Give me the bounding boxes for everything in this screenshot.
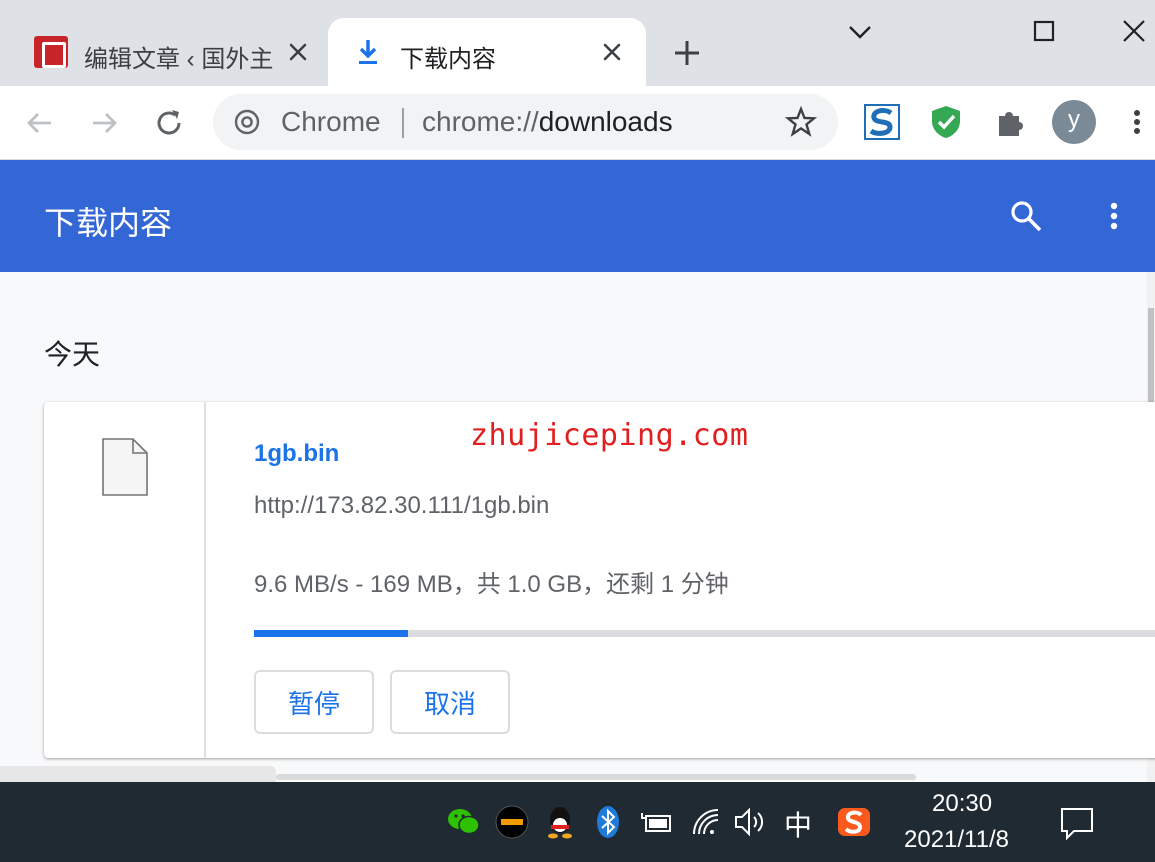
omnibox-scheme-label: Chrome [281, 106, 381, 137]
tab-edit-article[interactable]: 编辑文章 ‹ 国外主 [0, 18, 328, 86]
omnibox-url[interactable]: chrome://downloads [422, 106, 673, 138]
reload-icon[interactable] [150, 104, 188, 142]
puzzle-icon[interactable] [993, 104, 1029, 140]
wifi-icon[interactable] [688, 804, 724, 840]
tab-title: 编辑文章 ‹ 国外主 [84, 46, 274, 73]
clock-date[interactable]: 2021/11/8 [904, 826, 1009, 854]
more-vert-icon[interactable] [1100, 198, 1128, 234]
download-progress-bar [254, 630, 1155, 637]
qq-icon[interactable] [542, 804, 578, 840]
chrome-icon [234, 109, 260, 135]
maximize-icon[interactable] [1022, 12, 1066, 52]
ime-indicator[interactable]: 中 [784, 804, 812, 844]
scrollbar-thumb[interactable] [1148, 308, 1154, 404]
avatar[interactable]: y [1052, 100, 1096, 144]
more-vert-icon[interactable] [1122, 104, 1152, 140]
taskbar: 中 20:30 2021/11/8 [0, 782, 1155, 862]
download-progress-fill [254, 630, 408, 637]
download-item-card: 1gb.bin http://173.82.30.111/1gb.bin 9.6… [44, 402, 1155, 758]
star-icon[interactable] [785, 106, 817, 138]
file-name-link[interactable]: 1gb.bin [254, 440, 339, 468]
download-status: 9.6 MB/s - 169 MB，共 1.0 GB，还剩 1 分钟 [254, 571, 729, 598]
clock-time[interactable]: 20:30 [932, 790, 992, 818]
app-tray-icon[interactable] [494, 804, 530, 840]
close-icon[interactable] [599, 39, 625, 65]
new-tab-icon[interactable] [670, 36, 704, 70]
wechat-icon[interactable] [446, 804, 482, 840]
extension-s-icon[interactable] [864, 104, 900, 140]
window-close-icon[interactable] [1112, 12, 1155, 52]
browser-toolbar: Chrome chrome://downloads y [0, 86, 1155, 160]
back-icon[interactable] [21, 104, 59, 142]
card-divider [204, 402, 206, 758]
tab-title: 下载内容 [400, 46, 496, 73]
close-icon[interactable] [285, 39, 311, 65]
page-title: 下载内容 [44, 205, 173, 241]
tab-search-chevron-icon[interactable] [838, 12, 882, 52]
battery-icon[interactable] [638, 804, 674, 840]
tab-downloads[interactable]: 下载内容 [328, 18, 646, 86]
download-icon [359, 40, 377, 64]
tab-strip: 编辑文章 ‹ 国外主 下载内容 [0, 0, 1155, 86]
file-source-url[interactable]: http://173.82.30.111/1gb.bin [254, 492, 549, 520]
downloads-header: 下载内容 [0, 160, 1155, 272]
pause-button[interactable]: 暂停 [254, 670, 374, 734]
bluetooth-icon[interactable] [590, 804, 626, 840]
notification-icon[interactable] [1058, 804, 1096, 842]
shield-check-icon[interactable] [928, 104, 964, 140]
omnibox-divider [402, 108, 404, 138]
date-heading: 今天 [44, 339, 101, 370]
forward-icon[interactable] [85, 104, 123, 142]
cancel-button[interactable]: 取消 [390, 670, 510, 734]
watermark-text: zhujiceping.com [470, 418, 749, 453]
sogou-icon[interactable] [836, 804, 872, 840]
volume-icon[interactable] [732, 804, 768, 840]
site-favicon-icon [34, 36, 68, 68]
search-icon[interactable] [1008, 198, 1044, 234]
file-icon [102, 438, 148, 496]
horizontal-scrollbar[interactable] [276, 774, 916, 780]
address-bar[interactable]: Chrome chrome://downloads [213, 94, 838, 150]
